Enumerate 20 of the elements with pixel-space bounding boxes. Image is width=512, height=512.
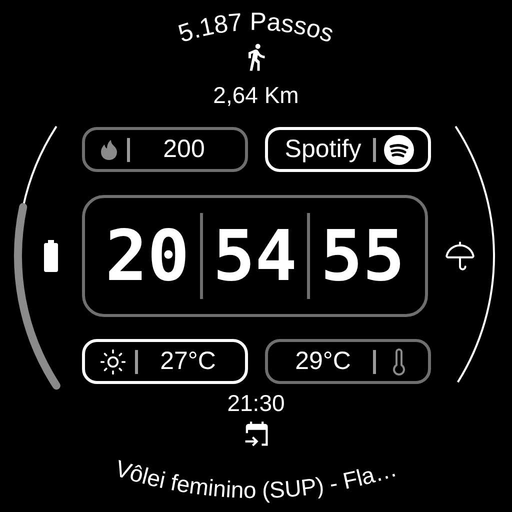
event-title: Vôlei feminino (SUP) - Fla…	[112, 455, 400, 504]
time-digits: 55	[320, 214, 406, 298]
distance: 2,64 Km	[213, 82, 299, 108]
complication-pill[interactable]: 29°C	[264, 339, 430, 384]
music-logo-icon	[384, 134, 414, 164]
complication-value: 27°C	[159, 349, 217, 374]
event-time: 21:30	[227, 390, 285, 416]
complication-value: Spotify	[284, 137, 362, 162]
complication-value: 200	[162, 137, 206, 162]
flame-icon	[98, 138, 118, 160]
sun-icon	[98, 348, 126, 376]
step-count: 5.187 Passos	[175, 8, 338, 48]
time-digits: 20	[104, 214, 190, 298]
complication-pill[interactable]: 200	[82, 127, 248, 172]
time-digits: 54	[212, 214, 298, 298]
complication-pill[interactable]: 27°C	[82, 339, 248, 384]
complication-value: 29°C	[294, 349, 352, 374]
complication-pill[interactable]: Spotify	[264, 127, 430, 172]
umbrella-icon	[444, 240, 476, 272]
battery-icon	[44, 240, 58, 272]
